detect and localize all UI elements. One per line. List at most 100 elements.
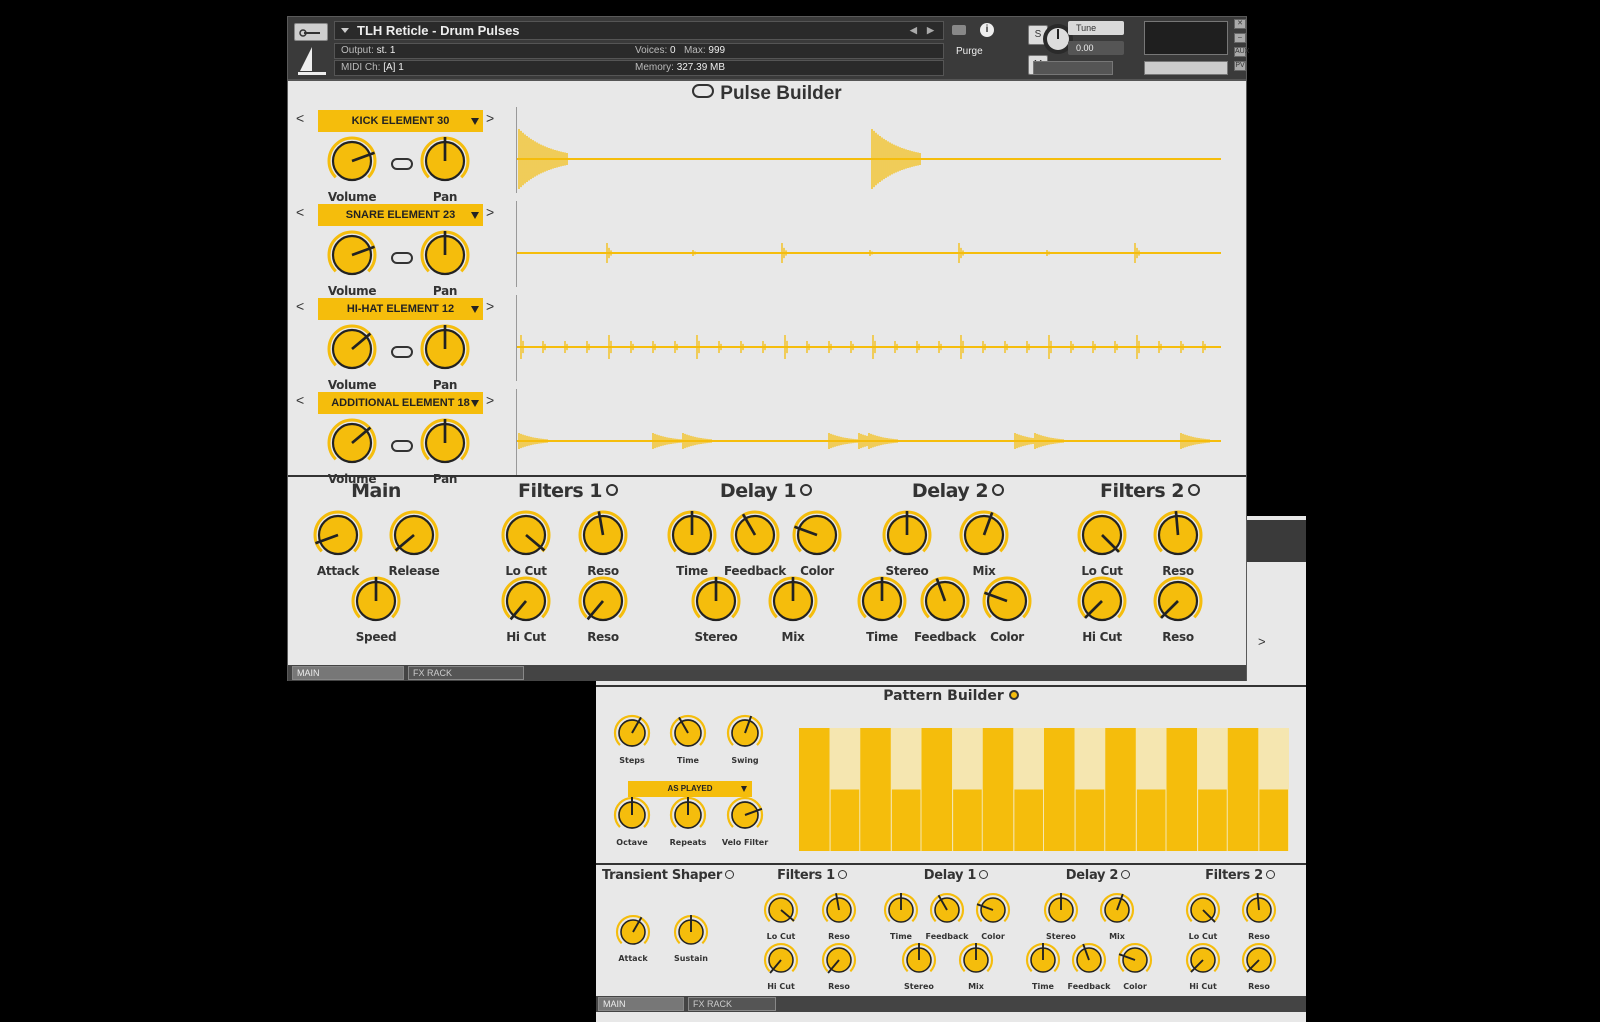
pan-knob[interactable] bbox=[420, 136, 470, 185]
waveform-display[interactable] bbox=[516, 201, 1228, 287]
midi-row[interactable]: MIDI Ch: [A] 1 Memory: 327.39 MB bbox=[334, 60, 944, 76]
feedback-knob[interactable] bbox=[730, 510, 780, 559]
delay-1-power-icon[interactable] bbox=[800, 484, 813, 496]
speed-knob[interactable] bbox=[351, 576, 401, 625]
pattern-builder-power-icon[interactable] bbox=[1008, 690, 1019, 700]
pan-knob[interactable] bbox=[420, 324, 470, 373]
hi-cut-knob[interactable] bbox=[501, 576, 551, 625]
waveform-display[interactable] bbox=[516, 295, 1228, 381]
attack-knob[interactable] bbox=[313, 510, 363, 559]
info-icon[interactable]: i bbox=[980, 23, 994, 37]
color-knob[interactable] bbox=[1117, 943, 1153, 977]
swing-knob[interactable] bbox=[726, 714, 764, 751]
mix-knob[interactable] bbox=[958, 943, 994, 977]
stereo-knob[interactable] bbox=[1043, 893, 1079, 927]
time-knob[interactable] bbox=[667, 510, 717, 559]
next-element-arrow[interactable]: > bbox=[486, 392, 494, 408]
hi-cut-knob[interactable] bbox=[1185, 943, 1221, 977]
volume-knob[interactable] bbox=[327, 418, 377, 467]
pattern-step-bar[interactable] bbox=[860, 728, 891, 851]
pattern-step-bar[interactable] bbox=[799, 728, 830, 851]
mix-knob[interactable] bbox=[1099, 893, 1135, 927]
time-knob[interactable] bbox=[883, 893, 919, 927]
reso-knob[interactable] bbox=[1153, 576, 1203, 625]
pattern-step-bar[interactable] bbox=[1075, 789, 1105, 852]
pattern-step-bar[interactable] bbox=[891, 789, 921, 852]
link-icon[interactable] bbox=[391, 346, 413, 358]
purge-menu[interactable]: Purge bbox=[956, 45, 983, 59]
minimize-icon[interactable]: – bbox=[1234, 33, 1246, 43]
mode-select[interactable]: AS PLAYED bbox=[628, 781, 752, 797]
prev-instrument-icon[interactable]: ◀ bbox=[910, 22, 917, 39]
repeats-knob[interactable] bbox=[669, 796, 707, 833]
attack-knob[interactable] bbox=[615, 915, 651, 949]
prev-element-arrow[interactable]: < bbox=[296, 298, 304, 314]
stereo-knob[interactable] bbox=[882, 510, 932, 559]
pattern-step-bar[interactable] bbox=[1044, 728, 1075, 851]
color-knob[interactable] bbox=[975, 893, 1011, 927]
reso-knob[interactable] bbox=[578, 576, 628, 625]
tune-value[interactable]: 0.00 bbox=[1068, 41, 1124, 55]
pattern-step-bar[interactable] bbox=[1014, 789, 1043, 852]
pattern-step-bar[interactable] bbox=[982, 728, 1014, 851]
next-instrument-icon[interactable]: ▶ bbox=[927, 22, 934, 39]
time-knob[interactable] bbox=[857, 576, 907, 625]
tab-fx-rack-2[interactable]: FX RACK bbox=[688, 997, 776, 1011]
hi-cut-knob[interactable] bbox=[763, 943, 799, 977]
wrench-icon[interactable] bbox=[294, 23, 328, 41]
tab-fx-rack[interactable]: FX RACK bbox=[408, 666, 524, 680]
reso-knob[interactable] bbox=[1153, 510, 1203, 559]
prev-element-arrow[interactable]: < bbox=[296, 110, 304, 126]
link-icon[interactable] bbox=[391, 440, 413, 452]
filters-1-power-icon[interactable] bbox=[606, 484, 618, 496]
lo-cut-knob[interactable] bbox=[501, 510, 551, 559]
filters-2-power-icon[interactable] bbox=[1265, 870, 1275, 879]
pattern-step-bar[interactable] bbox=[921, 728, 953, 851]
element-select[interactable]: KICK ELEMENT 30 bbox=[318, 110, 483, 132]
reso-knob[interactable] bbox=[1241, 943, 1277, 977]
steps-knob[interactable] bbox=[613, 714, 651, 751]
reso-knob[interactable] bbox=[1241, 892, 1277, 927]
filters-2-power-icon[interactable] bbox=[1188, 484, 1200, 496]
volume-knob[interactable] bbox=[327, 136, 377, 185]
delay-2-power-icon[interactable] bbox=[992, 484, 1005, 496]
velo-filter-knob[interactable] bbox=[726, 796, 764, 833]
feedback-knob[interactable] bbox=[929, 893, 965, 927]
sustain-knob[interactable] bbox=[673, 915, 709, 949]
link-icon[interactable] bbox=[391, 252, 413, 264]
stereo-knob[interactable] bbox=[901, 943, 937, 977]
mix-knob[interactable] bbox=[768, 576, 818, 625]
stereo-knob[interactable] bbox=[691, 576, 741, 625]
pattern-step-bar[interactable] bbox=[1166, 728, 1198, 851]
reso-knob[interactable] bbox=[578, 510, 628, 559]
close-icon[interactable]: ✕ bbox=[1234, 19, 1246, 29]
volume-knob[interactable] bbox=[327, 230, 377, 279]
waveform-display[interactable] bbox=[516, 389, 1228, 475]
waveform-display[interactable] bbox=[516, 107, 1228, 193]
prev-element-arrow[interactable]: < bbox=[296, 392, 304, 408]
element-select[interactable]: ADDITIONAL ELEMENT 18 bbox=[318, 392, 483, 414]
pattern-step-bar[interactable] bbox=[1136, 789, 1166, 852]
pattern-step-bar[interactable] bbox=[1198, 789, 1227, 852]
next-page-arrow[interactable]: > bbox=[1258, 634, 1266, 649]
aux-button[interactable]: AUX bbox=[1234, 47, 1249, 57]
volume-knob[interactable] bbox=[327, 324, 377, 373]
output-row[interactable]: Output: st. 1 Voices: 0 Max: 999 bbox=[334, 43, 944, 59]
instrument-name-field[interactable]: TLH Reticle - Drum Pulses ◀ ▶ bbox=[334, 21, 944, 40]
camera-icon[interactable] bbox=[952, 25, 966, 35]
pattern-step-bar[interactable] bbox=[830, 789, 860, 852]
pv-button[interactable]: PV bbox=[1234, 61, 1246, 71]
next-element-arrow[interactable]: > bbox=[486, 110, 494, 126]
pan-knob[interactable] bbox=[420, 418, 470, 467]
time-knob[interactable] bbox=[1025, 943, 1061, 977]
pan-knob[interactable] bbox=[420, 230, 470, 279]
link-icon[interactable] bbox=[391, 158, 413, 170]
pan-slider[interactable] bbox=[1033, 61, 1113, 75]
pattern-step-grid[interactable] bbox=[799, 728, 1289, 851]
lo-cut-knob[interactable] bbox=[1185, 893, 1221, 927]
hi-cut-knob[interactable] bbox=[1077, 576, 1127, 625]
lo-cut-knob[interactable] bbox=[763, 893, 799, 927]
tab-main-2[interactable]: MAIN bbox=[598, 997, 684, 1011]
reso-knob[interactable] bbox=[821, 893, 857, 927]
tab-main[interactable]: MAIN bbox=[292, 666, 404, 680]
